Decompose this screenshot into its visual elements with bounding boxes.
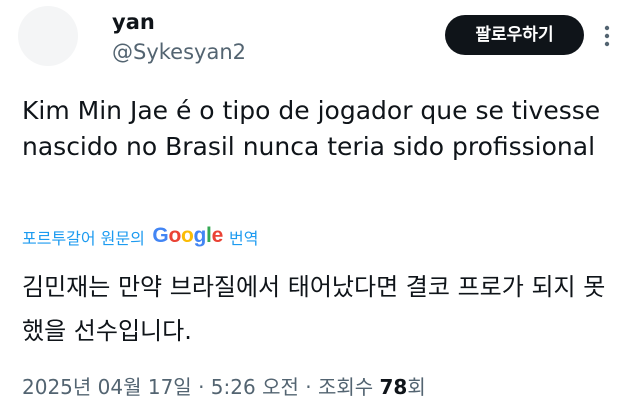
meta-separator: · <box>298 375 318 399</box>
tweet-date[interactable]: 2025년 04월 17일 <box>22 375 192 399</box>
translated-text: 김민재는 만약 브라질에서 태어났다면 결코 프로가 되지 못했을 선수입니다. <box>22 273 606 345</box>
translation-attribution[interactable]: 포르투갈어 원문의 Google 번역 <box>22 224 258 249</box>
user-handle[interactable]: @Sykesyan2 <box>112 38 246 66</box>
tweet-time[interactable]: 5:26 오전 <box>211 375 299 399</box>
translation-source-label: 포르투갈어 원문의 <box>22 229 145 248</box>
follow-button[interactable]: 팔로우하기 <box>445 15 584 55</box>
more-options-icon[interactable] <box>597 22 617 50</box>
display-name[interactable]: yan <box>112 8 155 36</box>
views-label: 조회수 <box>317 375 380 399</box>
meta-separator: · <box>191 375 211 399</box>
tweet-text: Kim Min Jae é o tipo de jogador que se t… <box>22 96 601 161</box>
more-vertical-dots-icon <box>604 25 610 47</box>
tweet-card: yan @Sykesyan2 팔로우하기 Kim Min Jae é o tip… <box>0 0 640 414</box>
google-logo: Google <box>152 224 223 247</box>
views-suffix: 회 <box>407 375 426 399</box>
tweet-meta: 2025년 04월 17일 · 5:26 오전 · 조회수 78회 <box>22 373 426 401</box>
translate-link[interactable]: 번역 <box>229 225 258 249</box>
views-count[interactable]: 78 <box>380 375 408 399</box>
avatar[interactable] <box>18 6 78 66</box>
